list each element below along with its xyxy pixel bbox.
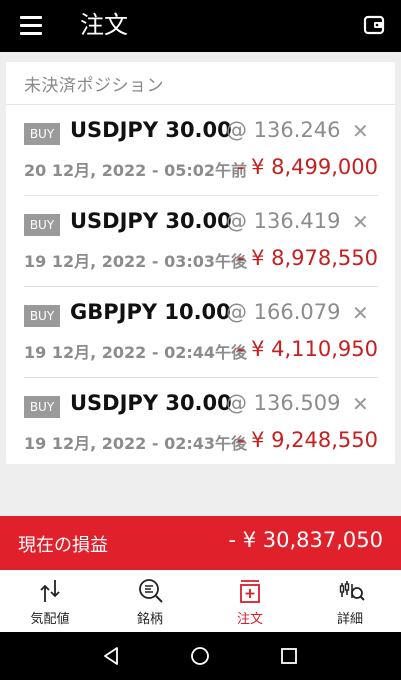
instrument-label: USDJPY 30.00	[70, 209, 232, 233]
card-title: 未決済ポジション	[24, 76, 164, 96]
current-pnl-label: 現在の損益	[18, 535, 108, 556]
current-pnl-value: - ¥ 30,837,050	[228, 528, 383, 552]
instrument-label: USDJPY 30.00	[70, 118, 232, 142]
nav-label: 銘柄	[136, 612, 163, 627]
side-badge: BUY	[24, 305, 60, 327]
open-date: 19 12月, 2022 - 02:44午後	[24, 343, 247, 362]
symbols-search-icon	[139, 579, 163, 603]
app-bar: 注文	[0, 0, 401, 52]
quotes-arrows-icon	[40, 580, 60, 602]
nav-item-symbols[interactable]: 銘柄	[100, 570, 200, 632]
recents-icon[interactable]	[280, 647, 298, 665]
instrument-label: USDJPY 30.00	[70, 391, 232, 415]
nav-item-quotes[interactable]: 気配値	[0, 570, 100, 632]
position-row[interactable]: BUY USDJPY 30.00 @ 136.509 ✕ 19 12月, 202…	[6, 378, 395, 469]
chart-detail-icon	[339, 581, 365, 601]
system-nav-bar	[0, 632, 401, 680]
back-icon[interactable]	[101, 646, 121, 666]
nav-label: 注文	[236, 612, 263, 627]
position-row[interactable]: BUY USDJPY 30.00 @ 136.246 ✕ 20 12月, 202…	[6, 105, 395, 196]
position-pnl: - ¥ 9,248,550	[236, 428, 378, 452]
hamburger-menu-icon[interactable]	[20, 15, 42, 35]
position-pnl: - ¥ 8,499,000	[236, 155, 378, 179]
open-date: 20 12月, 2022 - 05:02午前	[24, 161, 247, 180]
entry-price: @ 166.079	[226, 300, 341, 324]
nav-item-details[interactable]: 詳細	[300, 570, 400, 632]
open-date: 19 12月, 2022 - 02:43午後	[24, 434, 247, 453]
wallet-icon[interactable]	[363, 14, 385, 36]
nav-item-order[interactable]: 注文	[200, 570, 300, 632]
bottom-nav: 気配値 銘柄 注文 詳細	[0, 570, 401, 632]
open-date: 19 12月, 2022 - 03:03午後	[24, 252, 247, 271]
entry-price: @ 136.419	[226, 209, 341, 233]
entry-price: @ 136.509	[226, 391, 341, 415]
page-title: 注文	[80, 11, 128, 39]
close-icon[interactable]: ✕	[352, 301, 369, 325]
side-badge: BUY	[24, 396, 60, 418]
nav-label: 詳細	[336, 612, 363, 627]
close-icon[interactable]: ✕	[352, 210, 369, 234]
nav-label: 気配値	[30, 612, 70, 627]
close-icon[interactable]: ✕	[352, 119, 369, 143]
position-row[interactable]: BUY GBPJPY 10.00 @ 166.079 ✕ 19 12月, 202…	[6, 287, 395, 378]
instrument-label: GBPJPY 10.00	[70, 300, 231, 324]
entry-price: @ 136.246	[226, 118, 341, 142]
home-icon[interactable]	[190, 646, 210, 666]
side-badge: BUY	[24, 123, 60, 145]
close-icon[interactable]: ✕	[352, 392, 369, 416]
current-pnl-bar: 現在の損益 - ¥ 30,837,050	[0, 516, 401, 570]
position-pnl: - ¥ 4,110,950	[236, 337, 378, 361]
open-positions-card: 未決済ポジション BUY USDJPY 30.00 @ 136.246 ✕ 20…	[6, 62, 395, 464]
position-row[interactable]: BUY USDJPY 30.00 @ 136.419 ✕ 19 12月, 202…	[6, 196, 395, 287]
side-badge: BUY	[24, 214, 60, 236]
position-pnl: - ¥ 8,978,550	[236, 246, 378, 270]
order-icon	[240, 580, 260, 603]
